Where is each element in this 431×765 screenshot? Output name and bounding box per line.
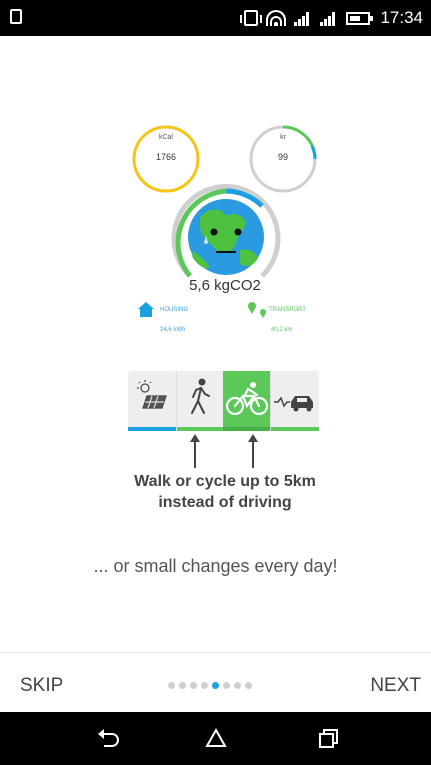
clock: 17:34 <box>380 8 423 27</box>
back-icon[interactable] <box>94 725 122 753</box>
onboarding-illustration: kCal 1766 kr 99 5,6 kgCO2 HOUSING 24,6 k… <box>0 36 431 556</box>
signal-icon <box>320 10 338 26</box>
kr-label: kr <box>280 134 286 141</box>
screen-icon <box>10 9 22 24</box>
co2-value: 5,6 kgCO2 <box>189 277 261 294</box>
battery-icon <box>346 11 374 25</box>
vibrate-icon <box>240 10 263 26</box>
home-icon[interactable] <box>202 725 230 753</box>
skip-button[interactable]: SKIP <box>20 675 63 697</box>
illustration-caption: Walk or cycle up to 5km instead of drivi… <box>100 471 350 513</box>
page-dot <box>212 682 219 689</box>
page-dot <box>201 682 208 689</box>
location-pin-icon <box>248 302 266 318</box>
transport-label: TRANSPORT <box>269 307 306 313</box>
wifi-icon <box>266 10 287 26</box>
page-dot <box>168 682 175 689</box>
earth-face-icon <box>188 199 264 275</box>
page-dot <box>234 682 241 689</box>
page-indicator <box>168 682 252 689</box>
housing-value: 24,6 kWh <box>160 327 186 333</box>
page-dot <box>245 682 252 689</box>
status-icons: 17:34 <box>240 0 423 36</box>
caption-line-2: instead of driving <box>158 494 292 511</box>
page-subtitle: ... or small changes every day! <box>93 556 338 576</box>
page-dot <box>179 682 186 689</box>
status-bar: 17:34 <box>0 0 431 36</box>
house-icon <box>138 302 154 317</box>
onboarding-footer: SKIP NEXT <box>0 652 431 713</box>
kcal-label: kCal <box>158 134 173 141</box>
caption-line-1: Walk or cycle up to 5km <box>134 473 316 490</box>
transport-value: 40,2 km <box>271 327 293 333</box>
kr-value: 99 <box>277 152 288 162</box>
signal-icon <box>294 10 312 26</box>
pointer-arrows <box>190 434 258 468</box>
navigation-bar <box>0 712 431 765</box>
recents-icon[interactable] <box>314 725 342 753</box>
next-button[interactable]: NEXT <box>370 675 421 697</box>
page-dot <box>223 682 230 689</box>
kcal-value: 1766 <box>155 152 177 162</box>
housing-label: HOUSING <box>160 307 189 313</box>
page-dot <box>190 682 197 689</box>
